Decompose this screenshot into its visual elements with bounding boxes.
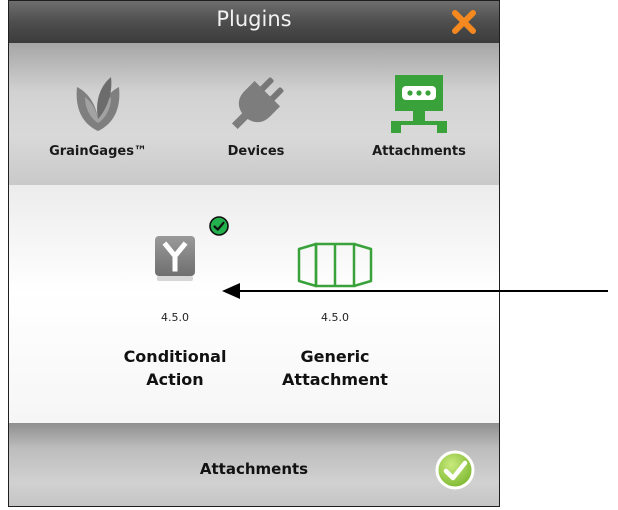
toolbar-item-attachments[interactable]: Attachments [359,43,479,185]
plugin-name-line: Conditional [123,347,227,366]
conditional-branch-icon [155,236,195,281]
dialog-title: Plugins [216,7,292,31]
plugin-name-line: Attachment [282,370,388,389]
plugin-name-line: Generic [300,347,370,366]
footer-bar: Attachments [9,423,499,506]
leaf-icon [76,77,120,131]
plugin-conditional-action[interactable]: 4.5.0 Conditional Action [105,185,245,423]
checkmark-circle-icon[interactable] [435,450,475,490]
plugin-name-line: Action [146,370,204,389]
category-toolbar: GrainGages™ Devices Attachments [9,43,499,185]
plugin-version: 4.5.0 [321,311,349,324]
callout-arrow [222,283,608,299]
title-bar: Plugins [9,1,499,43]
plugin-version: 4.5.0 [161,311,189,324]
plugin-generic-attachment[interactable]: 4.5.0 Generic Attachment [265,185,405,423]
toolbar-item-label: Devices [227,144,285,159]
toolbar-item-devices[interactable]: Devices [201,43,311,185]
toolbar-item-label: Attachments [372,144,466,159]
plugin-name: Conditional Action [105,345,245,391]
plug-icon [231,77,284,130]
plugins-dialog: Plugins GrainGages™ Devices Attachments … [8,0,500,507]
plugin-name: Generic Attachment [265,345,405,391]
toolbar-item-label: GrainGages™ [49,144,147,159]
attachment-monitor-icon [391,75,447,133]
footer-title: Attachments [199,460,309,478]
installed-check-icon [209,216,229,236]
toolbar-item-graingages[interactable]: GrainGages™ [43,43,153,185]
close-icon[interactable] [449,7,479,37]
plugin-list: 4.5.0 Conditional Action 4.5.0 Generic A… [9,185,499,423]
